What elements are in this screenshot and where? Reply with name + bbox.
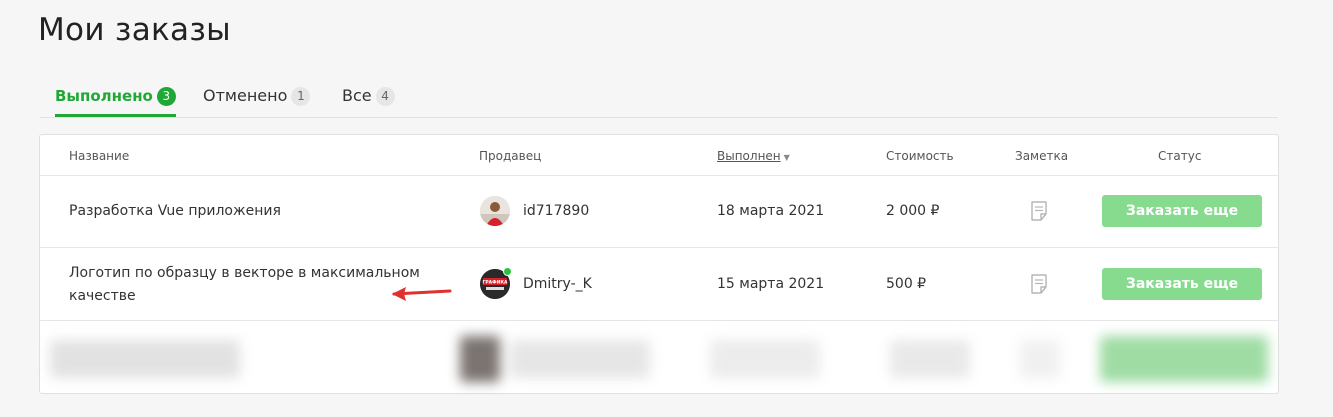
tab-completed[interactable]: Выполнено 3 bbox=[55, 84, 176, 117]
tab-completed-count: 3 bbox=[156, 87, 176, 106]
table-row: Разработка Vue приложения id717890 18 ма… bbox=[40, 175, 1278, 248]
column-name: Название bbox=[69, 149, 130, 163]
order-name-line2[interactable]: качестве bbox=[69, 288, 136, 304]
tab-completed-label: Выполнено bbox=[55, 87, 153, 105]
sort-down-icon: ▼ bbox=[783, 153, 790, 162]
reorder-button[interactable]: Заказать еще bbox=[1102, 268, 1262, 300]
avatar-text: ГРАФИКА bbox=[482, 280, 508, 286]
column-note: Заметка bbox=[1015, 149, 1069, 163]
tab-cancelled-count: 1 bbox=[291, 87, 311, 106]
annotation-arrow-icon bbox=[392, 287, 452, 301]
page-title: Мои заказы bbox=[38, 12, 231, 48]
avatar[interactable] bbox=[480, 196, 510, 226]
blurred-row bbox=[50, 336, 1268, 382]
tab-cancelled[interactable]: Отменено 1 bbox=[203, 84, 311, 117]
note-icon[interactable] bbox=[1030, 274, 1048, 294]
column-completed-label: Выполнен bbox=[717, 149, 781, 163]
order-price: 500 ₽ bbox=[886, 276, 927, 292]
tab-all[interactable]: Все 4 bbox=[342, 84, 395, 117]
tab-all-label: Все bbox=[342, 86, 372, 105]
order-name-line1[interactable]: Логотип по образцу в векторе в максималь… bbox=[69, 265, 420, 281]
completed-date: 18 марта 2021 bbox=[717, 203, 825, 219]
tab-all-count: 4 bbox=[375, 87, 395, 106]
column-status: Статус bbox=[1158, 149, 1202, 163]
note-icon[interactable] bbox=[1030, 201, 1048, 221]
seller-name[interactable]: Dmitry-_K bbox=[523, 276, 592, 292]
online-indicator bbox=[503, 267, 512, 276]
status-tabs: Выполнено 3 Отменено 1 Все 4 bbox=[40, 84, 1278, 118]
order-name[interactable]: Разработка Vue приложения bbox=[69, 203, 281, 219]
table-row: Логотип по образцу в векторе в максималь… bbox=[40, 248, 1278, 321]
column-seller: Продавец bbox=[479, 149, 542, 163]
orders-table: Название Продавец Выполнен ▼ Стоимость За… bbox=[39, 134, 1279, 394]
table-header: Название Продавец Выполнен ▼ Стоимость За… bbox=[40, 135, 1278, 176]
order-price: 2 000 ₽ bbox=[886, 203, 940, 219]
tab-cancelled-label: Отменено bbox=[203, 86, 288, 105]
seller-name[interactable]: id717890 bbox=[523, 203, 589, 219]
column-completed-sort[interactable]: Выполнен ▼ bbox=[717, 149, 790, 163]
completed-date: 15 марта 2021 bbox=[717, 276, 825, 292]
reorder-button[interactable]: Заказать еще bbox=[1102, 195, 1262, 227]
column-price: Стоимость bbox=[886, 149, 954, 163]
